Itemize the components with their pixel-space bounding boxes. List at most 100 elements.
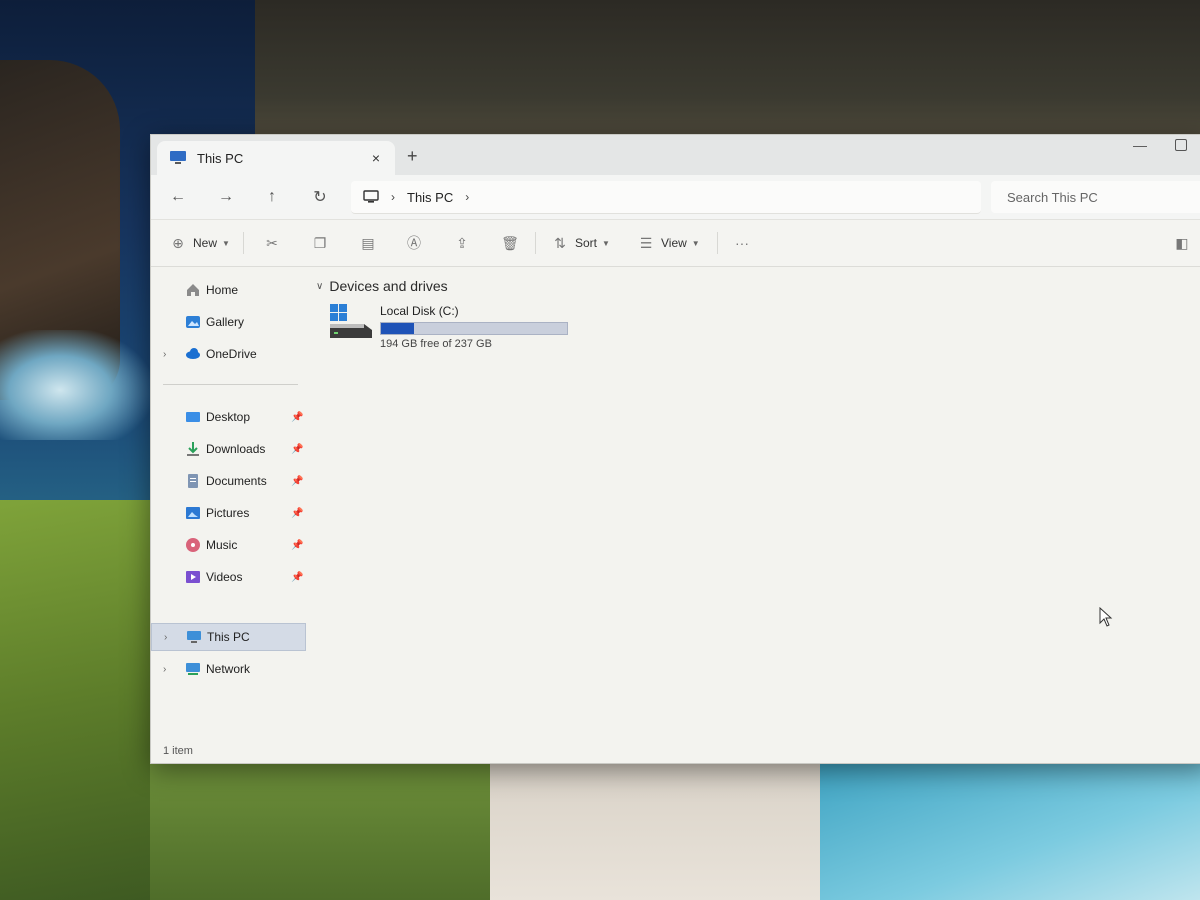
tab-this-pc[interactable]: This PC × <box>157 141 395 175</box>
more-dots-icon: ··· <box>735 235 749 251</box>
network-icon <box>185 661 201 677</box>
share-button[interactable]: ⇪ <box>453 232 471 254</box>
details-pane-icon: ◧ <box>1175 235 1189 251</box>
drive-usage-bar <box>380 322 568 335</box>
sidebar-item-label: Pictures <box>206 506 250 520</box>
details-pane-button[interactable]: ◧ <box>1173 232 1191 254</box>
pin-icon[interactable]: 📌 <box>291 508 303 519</box>
sort-button[interactable]: ⇅ Sort ▼ <box>551 232 610 254</box>
sidebar-item-label: This PC <box>207 630 250 644</box>
drive-usage-fill <box>381 323 415 334</box>
pc-icon <box>363 190 379 203</box>
sidebar-item-music[interactable]: Music 📌 <box>151 531 306 559</box>
sidebar-item-label: Documents <box>206 474 267 488</box>
wallpaper-wave <box>0 330 150 440</box>
sidebar-divider <box>163 384 298 385</box>
sidebar-item-home[interactable]: Home <box>151 276 306 304</box>
wallpaper-sea <box>820 760 1200 900</box>
toolbar-divider <box>717 232 718 254</box>
drive-local-disk-c[interactable]: Local Disk (C:) 194 GB free of 237 GB <box>328 302 573 352</box>
minimize-icon[interactable]: — <box>1133 137 1147 153</box>
search-input[interactable] <box>1005 188 1199 206</box>
sidebar-item-gallery[interactable]: Gallery <box>151 308 306 336</box>
sidebar-item-label: Music <box>206 538 238 552</box>
address-bar[interactable]: › This PC › <box>351 181 981 214</box>
sort-icon: ⇅ <box>554 235 566 251</box>
pin-icon[interactable]: 📌 <box>291 444 303 455</box>
sidebar-item-pictures[interactable]: Pictures 📌 <box>151 499 306 527</box>
sidebar-item-label: Videos <box>206 570 243 584</box>
tab-title: This PC <box>197 150 244 166</box>
sidebar-item-label: Gallery <box>206 315 245 329</box>
chevron-right-icon[interactable]: › <box>163 664 166 675</box>
up-button[interactable]: ↑ <box>259 185 285 209</box>
share-icon: ⇪ <box>456 235 468 251</box>
sidebar-item-desktop[interactable]: Desktop 📌 <box>151 403 306 431</box>
view-list-icon: ☰ <box>639 235 653 251</box>
music-icon <box>185 537 201 553</box>
item-count: 1 item <box>163 745 193 757</box>
delete-button[interactable]: 🗑 <box>501 232 519 254</box>
copy-button[interactable]: ❐ <box>311 232 329 254</box>
breadcrumb-chevron-icon[interactable]: › <box>465 190 469 204</box>
sidebar-item-label: Desktop <box>206 410 251 424</box>
sort-button-label: Sort <box>575 236 598 250</box>
sidebar-item-label: Network <box>206 662 251 676</box>
refresh-button[interactable]: ↻ <box>307 185 333 209</box>
paste-button[interactable]: ▤ <box>359 232 377 254</box>
pin-icon[interactable]: 📌 <box>291 476 303 487</box>
chevron-right-icon[interactable]: › <box>163 349 166 360</box>
sidebar-item-documents[interactable]: Documents 📌 <box>151 467 306 495</box>
chevron-down-icon: ▼ <box>222 238 230 248</box>
drive-free-space: 194 GB free of 237 GB <box>380 338 492 350</box>
videos-icon <box>185 569 201 585</box>
breadcrumb-chevron-icon: › <box>391 190 395 204</box>
command-bar: ⊕ New ▼ ✂ ❐ ▤ Ⓐ ⇪ 🗑 ⇅ Sort ▼ ☰ View ▼ ··… <box>151 219 1200 267</box>
rename-button[interactable]: Ⓐ <box>405 232 423 254</box>
more-options-button[interactable]: ··· <box>733 232 751 254</box>
desktop-folder-icon <box>185 409 201 425</box>
file-explorer-window: This PC × + — ← → ↑ ↻ › This PC › ⊕ New <box>150 134 1200 764</box>
chevron-down-icon: ∨ <box>316 280 324 292</box>
sidebar-item-onedrive[interactable]: › OneDrive <box>151 340 306 368</box>
maximize-icon[interactable] <box>1175 139 1187 151</box>
pc-icon <box>170 151 186 164</box>
navigation-bar: ← → ↑ ↻ › This PC › <box>151 175 1200 219</box>
file-list-area[interactable]: ∨ Devices and drives Local Disk (C:) 194… <box>306 266 1200 736</box>
sidebar-item-label: OneDrive <box>206 347 257 361</box>
pin-icon[interactable]: 📌 <box>291 572 303 583</box>
sidebar-item-network[interactable]: › Network <box>151 655 306 683</box>
new-tab-button[interactable]: + <box>407 146 418 167</box>
forward-button[interactable]: → <box>213 185 239 209</box>
navigation-pane: Home Gallery › OneDrive Desktop 📌 Downlo… <box>151 266 306 736</box>
close-tab-icon[interactable]: × <box>363 150 389 166</box>
cut-button[interactable]: ✂ <box>263 232 281 254</box>
breadcrumb-this-pc[interactable]: This PC <box>407 190 453 205</box>
pc-icon <box>186 629 202 645</box>
sidebar-item-videos[interactable]: Videos 📌 <box>151 563 306 591</box>
new-button[interactable]: ⊕ New ▼ <box>169 232 230 254</box>
view-button[interactable]: ☰ View ▼ <box>637 232 700 254</box>
group-title: Devices and drives <box>329 278 448 294</box>
toolbar-divider <box>243 232 244 254</box>
chevron-right-icon[interactable]: › <box>164 632 167 643</box>
cloud-icon <box>185 346 201 362</box>
pin-icon[interactable]: 📌 <box>291 540 303 551</box>
scissors-icon: ✂ <box>266 235 278 251</box>
drive-name: Local Disk (C:) <box>380 304 459 318</box>
pictures-icon <box>185 505 201 521</box>
documents-icon <box>185 473 201 489</box>
back-button[interactable]: ← <box>165 185 191 209</box>
sidebar-item-this-pc[interactable]: › This PC <box>151 623 306 651</box>
status-bar: 1 item <box>151 739 1200 763</box>
pin-icon[interactable]: 📌 <box>291 412 303 423</box>
toolbar-divider <box>535 232 536 254</box>
chevron-down-icon: ▼ <box>602 238 610 248</box>
wallpaper-beach <box>490 760 820 900</box>
search-box[interactable] <box>991 181 1200 213</box>
downloads-icon <box>185 441 201 457</box>
wallpaper-hillside <box>0 500 150 900</box>
title-bar: This PC × + — <box>151 135 1200 175</box>
sidebar-item-downloads[interactable]: Downloads 📌 <box>151 435 306 463</box>
group-header-devices[interactable]: ∨ Devices and drives <box>316 278 448 294</box>
